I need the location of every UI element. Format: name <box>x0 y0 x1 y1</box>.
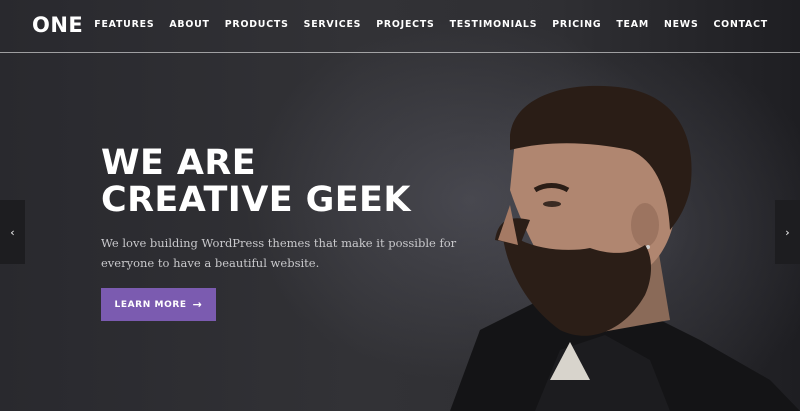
hero-headline: WE ARE CREATIVE GEEK <box>101 145 411 219</box>
site-logo[interactable]: ONE <box>32 13 83 37</box>
site-header: ONE FEATURES ABOUT PRODUCTS SERVICES PRO… <box>0 0 800 53</box>
learn-more-label: LEARN MORE <box>114 299 187 310</box>
chevron-right-icon: › <box>785 225 790 239</box>
nav-item-features[interactable]: FEATURES <box>94 19 154 30</box>
learn-more-button[interactable]: LEARN MORE → <box>101 288 216 321</box>
nav-item-products[interactable]: PRODUCTS <box>225 19 289 30</box>
nav-item-pricing[interactable]: PRICING <box>552 19 601 30</box>
main-nav: FEATURES ABOUT PRODUCTS SERVICES PROJECT… <box>79 19 768 30</box>
nav-item-news[interactable]: NEWS <box>664 19 699 30</box>
chevron-left-icon: ‹ <box>10 225 15 239</box>
nav-item-about[interactable]: ABOUT <box>169 19 209 30</box>
hero-portrait-image <box>450 85 800 411</box>
hero-headline-line-2: CREATIVE GEEK <box>101 180 411 220</box>
nav-item-testimonials[interactable]: TESTIMONIALS <box>450 19 538 30</box>
slider-next-button[interactable]: › <box>775 200 800 264</box>
nav-item-contact[interactable]: CONTACT <box>714 19 769 30</box>
arrow-right-icon: → <box>192 298 203 311</box>
slider-prev-button[interactable]: ‹ <box>0 200 25 264</box>
nav-item-team[interactable]: TEAM <box>616 19 649 30</box>
hero-headline-line-1: WE ARE <box>101 143 257 183</box>
nav-item-services[interactable]: SERVICES <box>304 19 362 30</box>
nav-item-projects[interactable]: PROJECTS <box>376 19 434 30</box>
hero-subtext: We love building WordPress themes that m… <box>101 236 457 270</box>
